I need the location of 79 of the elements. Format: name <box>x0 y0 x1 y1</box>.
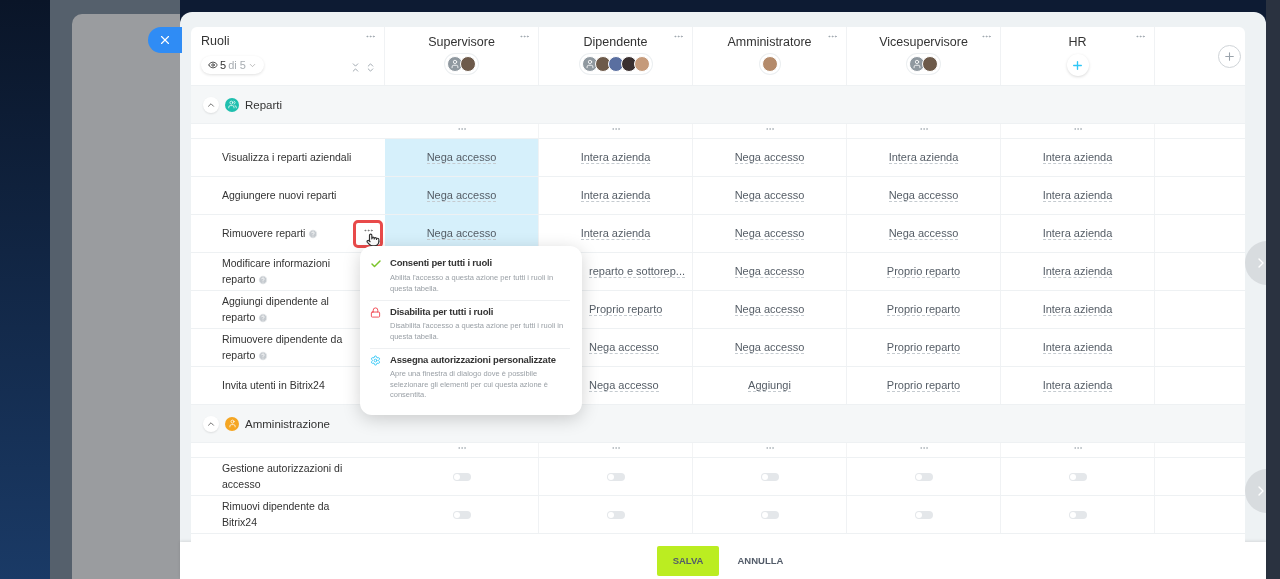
access-value[interactable]: Intera azienda <box>1042 189 1113 202</box>
cancel-button[interactable]: ANNULLA <box>731 554 790 567</box>
access-value[interactable]: Nega accesso <box>734 265 805 278</box>
access-value[interactable]: Nega accesso <box>734 151 805 164</box>
permission-label: Rimuovi dipendente da Bitrix24 <box>222 498 331 530</box>
access-value[interactable]: reparto e sottorep... <box>589 265 685 278</box>
add-member-button[interactable] <box>1066 54 1089 76</box>
access-value[interactable]: Nega accesso <box>426 227 497 240</box>
permission-label: Invita utenti in Bitrix24 <box>222 377 325 393</box>
permission-label: Modificare informazioni reparto <box>222 255 331 287</box>
add-role-button[interactable] <box>1218 44 1241 68</box>
access-value[interactable]: Proprio reparto <box>886 265 961 278</box>
toggle-switch[interactable] <box>606 510 625 519</box>
collapse-button[interactable] <box>203 96 219 113</box>
eye-icon <box>208 60 218 70</box>
access-value[interactable]: Intera azienda <box>1042 303 1113 316</box>
role-name: Vicesupervisore <box>879 35 968 49</box>
close-icon <box>158 33 172 47</box>
section-title: Amministrazione <box>245 417 330 430</box>
toggle-switch[interactable] <box>1068 472 1087 481</box>
permission-label: Aggiungere nuovi reparti <box>222 187 337 203</box>
toggle-switch[interactable] <box>760 472 779 481</box>
role-name: HR <box>1068 35 1087 49</box>
access-value[interactable]: Nega accesso <box>888 227 959 240</box>
access-value[interactable]: Intera azienda <box>1042 227 1113 240</box>
more-button[interactable] <box>353 219 383 248</box>
access-value[interactable]: Intera azienda <box>1042 379 1113 392</box>
role-name: Amministratore <box>727 35 812 49</box>
access-value[interactable]: Intera azienda <box>580 227 651 240</box>
access-value[interactable]: Nega accesso <box>734 189 805 202</box>
access-value[interactable]: Proprio reparto <box>886 379 961 392</box>
role-name: Dipendente <box>583 35 648 49</box>
access-value[interactable]: Nega accesso <box>589 379 659 392</box>
collapse-button[interactable] <box>203 415 219 432</box>
access-value[interactable]: Intera azienda <box>1042 341 1113 354</box>
permission-label: Aggiungi dipendente al reparto <box>222 293 330 325</box>
lock-icon <box>370 307 381 318</box>
access-value[interactable]: Proprio reparto <box>886 341 961 354</box>
settings-icon <box>370 355 381 366</box>
plus-icon <box>1223 49 1236 63</box>
role-name: Supervisore <box>428 35 495 49</box>
access-value[interactable]: Nega accesso <box>734 303 805 316</box>
access-value[interactable]: Intera azienda <box>580 151 651 164</box>
check-icon <box>370 258 382 270</box>
close-button[interactable] <box>148 27 182 53</box>
access-value[interactable]: Intera azienda <box>1042 265 1113 278</box>
toggle-switch[interactable] <box>914 472 933 481</box>
toggle-switch[interactable] <box>1068 510 1087 519</box>
toggle-switch[interactable] <box>914 510 933 519</box>
expand-icon[interactable] <box>365 62 376 73</box>
menu-item[interactable]: Disabilita per tutti i ruoli <box>390 306 570 318</box>
access-value[interactable]: Nega accesso <box>589 341 659 354</box>
toggle-switch[interactable] <box>452 472 471 481</box>
access-value[interactable]: Intera azienda <box>888 151 959 164</box>
section-title: Reparti <box>245 98 283 111</box>
collapse-icon[interactable] <box>350 62 361 73</box>
toggle-switch[interactable] <box>760 510 779 519</box>
access-value[interactable]: Intera azienda <box>1042 151 1113 164</box>
permission-label: Visualizza i reparti aziendali <box>222 149 352 165</box>
toggle-switch[interactable] <box>606 472 625 481</box>
toggle-switch[interactable] <box>452 510 471 519</box>
access-value[interactable]: Aggiungi <box>748 379 791 392</box>
access-value[interactable]: Nega accesso <box>888 189 959 202</box>
access-value[interactable]: Nega accesso <box>734 227 805 240</box>
access-value[interactable]: Nega accesso <box>426 151 497 164</box>
access-value[interactable]: Nega accesso <box>426 189 497 202</box>
role-filter-button[interactable]: 5 di 5 <box>201 56 264 74</box>
menu-item[interactable]: Assegna autorizzazioni personalizzate <box>390 354 570 366</box>
access-value[interactable]: Nega accesso <box>734 341 805 354</box>
permission-label: Rimuovere reparti <box>222 225 319 242</box>
plus-icon <box>1071 58 1084 72</box>
permission-label: Rimuovere dipendente da reparto <box>222 331 344 363</box>
menu-item[interactable]: Consenti per tutti i ruoli <box>390 257 570 270</box>
access-value[interactable]: Proprio reparto <box>886 303 961 316</box>
column-title: Ruoli <box>201 34 230 48</box>
access-value[interactable]: Intera azienda <box>580 189 651 202</box>
access-value[interactable]: Proprio reparto <box>589 303 663 316</box>
permission-label: Gestione autorizzazioni di accesso <box>222 460 344 492</box>
save-button[interactable]: SALVA <box>656 545 720 576</box>
